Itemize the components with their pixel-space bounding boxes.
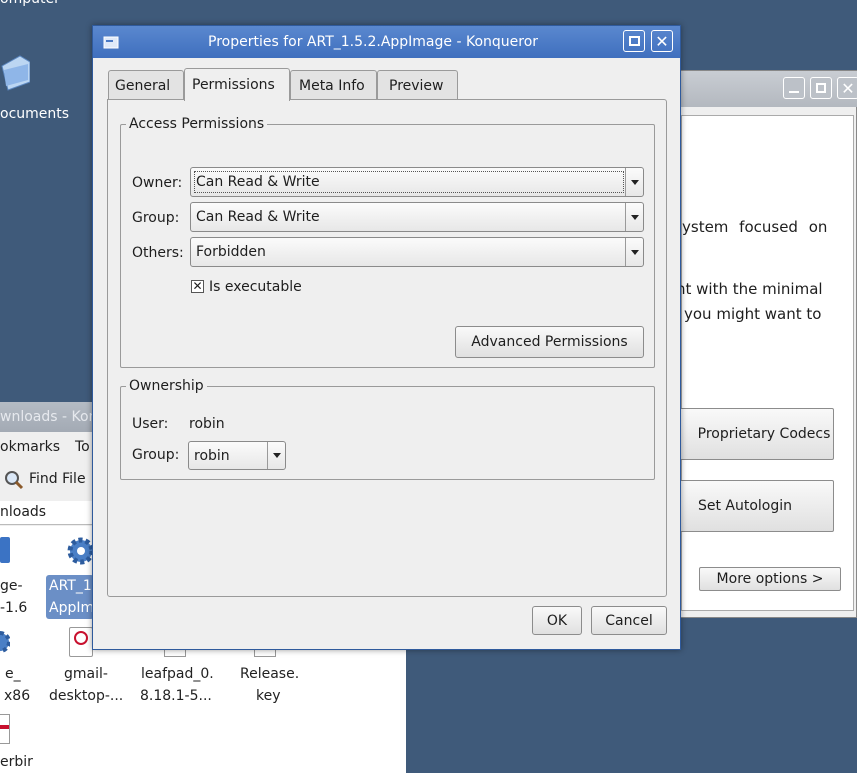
maximize-icon[interactable] [810,77,832,99]
file-label[interactable]: 8.18.1-5... [140,685,212,707]
owner-select[interactable]: Can Read & Write [190,167,644,197]
executable-checkbox[interactable]: ✕ [191,280,204,293]
file-icon-1[interactable] [0,537,10,563]
file-label[interactable]: gmail- [64,663,108,685]
find-file-label: Find File [29,471,86,487]
group-label: Group: [132,210,180,226]
tab-general[interactable]: General [108,70,184,99]
user-label: User: [132,416,169,432]
cancel-button[interactable]: Cancel [591,606,667,635]
desktop-documents-label[interactable]: ocuments [0,103,69,125]
file-label[interactable]: desktop-... [49,685,123,707]
file-label[interactable]: leafpad_0. [141,663,214,685]
menu-tools[interactable]: To [75,439,90,455]
properties-dialog[interactable]: Properties for ART_1.5.2.AppImage - Konq… [92,25,681,650]
ownership-title: Ownership [126,378,207,394]
executable-label[interactable]: Is executable [209,279,302,295]
tab-permissions[interactable]: Permissions [184,68,290,101]
chevron-down-icon[interactable] [267,442,285,469]
set-autologin-button[interactable]: Set Autologin [676,480,834,532]
menu-bookmarks[interactable]: okmarks [0,439,60,455]
background-window-titlebar[interactable]: ✕ [677,71,857,107]
group-select[interactable]: Can Read & Write [190,202,644,232]
access-permissions-title: Access Permissions [126,116,268,132]
tab-permissions-label: Permissions [192,77,275,93]
bg-text-line-2: nt with the minimal [676,280,823,298]
close-icon[interactable]: ✕ [837,77,857,99]
tab-preview-label: Preview [389,78,444,94]
dialog-title: Properties for ART_1.5.2.AppImage - Konq… [208,34,539,50]
tab-general-label: General [115,78,171,94]
ownership-group-value: robin [194,448,230,464]
chevron-down-icon[interactable] [625,168,643,196]
document-icon[interactable] [0,714,10,744]
maximize-icon[interactable] [623,30,645,52]
others-value: Forbidden [196,244,266,260]
more-options-label: More options > [716,571,824,587]
owner-label: Owner: [132,175,183,191]
bg-text-line-3: you might want to [684,305,822,323]
magnifier-icon [5,471,24,490]
advanced-permissions-label: Advanced Permissions [471,334,628,350]
cancel-label: Cancel [605,612,653,629]
file-manager-title: wnloads - Kon [0,409,98,425]
user-value: robin [189,416,225,432]
find-file-button[interactable]: Find File [2,468,92,494]
gear-icon[interactable] [0,626,10,658]
proprietary-codecs-button[interactable]: Proprietary Codecs [676,408,834,460]
others-select[interactable]: Forbidden [190,237,644,267]
file-label[interactable]: -1.6 [0,597,27,619]
others-label: Others: [132,245,184,261]
bg-text-line-1: ystem focused on [682,218,828,236]
group-value: Can Read & Write [196,209,320,225]
background-window-content [681,115,854,611]
file-label[interactable]: ge- [0,575,23,597]
file-label[interactable]: erbir [0,751,33,773]
set-autologin-label: Set Autologin [697,498,793,514]
more-options-button[interactable]: More options > [699,567,841,591]
dialog-titlebar[interactable]: Properties for ART_1.5.2.AppImage - Konq… [93,26,680,58]
ok-button[interactable]: OK [532,606,582,635]
desktop-computer-label[interactable]: omputer [0,0,60,10]
chevron-down-icon[interactable] [625,203,643,231]
file-label[interactable]: AppIm [49,597,94,619]
chevron-down-icon[interactable] [625,238,643,266]
deb-package-icon[interactable] [69,627,93,657]
advanced-permissions-button[interactable]: Advanced Permissions [455,326,644,358]
file-label[interactable]: Release. [240,663,299,685]
tab-meta-info-label: Meta Info [299,78,365,94]
file-label[interactable]: ART_1 [49,575,92,597]
file-label[interactable]: x86 [4,685,30,707]
documents-folder-icon[interactable] [0,52,31,92]
window-menu-icon[interactable] [103,34,119,50]
file-label[interactable]: e_ [5,663,21,685]
location-text: nloads [0,504,47,520]
proprietary-codecs-label: Proprietary Codecs [697,426,831,442]
close-icon[interactable]: ✕ [651,30,673,52]
ownership-group-select[interactable]: robin [188,441,286,470]
minimize-icon[interactable] [783,77,805,99]
background-window[interactable]: ✕ [676,70,857,618]
tab-preview[interactable]: Preview [377,70,458,99]
ownership-group-label: Group: [132,447,180,463]
file-label[interactable]: key [256,685,281,707]
tab-meta-info[interactable]: Meta Info [290,70,377,99]
ok-label: OK [546,612,568,629]
owner-value: Can Read & Write [196,174,320,190]
